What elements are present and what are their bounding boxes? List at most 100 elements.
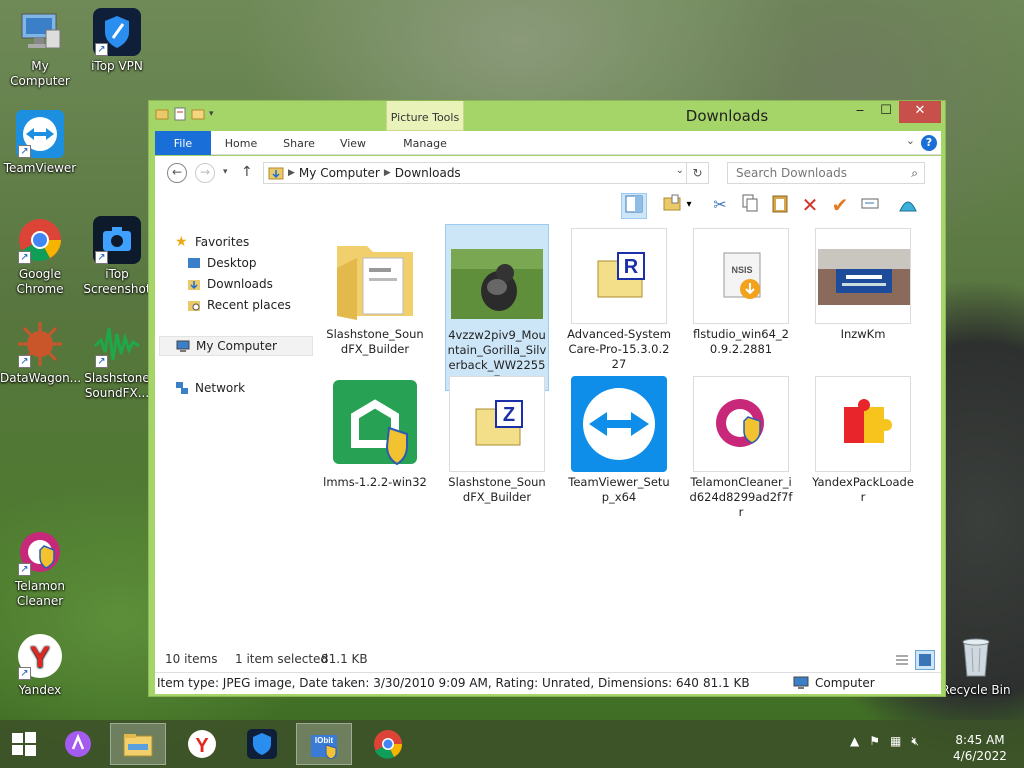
clock-time: 8:45 AM	[955, 733, 1005, 747]
downloads-icon	[187, 277, 201, 291]
taskbar-file-explorer[interactable]	[110, 723, 166, 765]
check-icon[interactable]: ✔	[827, 193, 853, 219]
star-icon: ★	[175, 234, 188, 250]
nav-recent-places[interactable]: Recent places	[187, 295, 291, 315]
item-details: Item type: JPEG image, Date taken: 3/30/…	[157, 676, 701, 690]
paste-icon[interactable]	[767, 193, 793, 219]
file-item[interactable]: TelamonCleaner_id624d8299ad2f7fr	[689, 376, 793, 520]
taskbar-iobit[interactable]: IObit	[296, 723, 352, 765]
file-item[interactable]: Z Slashstone_SoundFX_Builder	[445, 376, 549, 505]
taskbar-itop-vpn[interactable]	[236, 723, 288, 765]
tab-home[interactable]: Home	[217, 131, 265, 155]
file-item[interactable]: Slashstone_SoundFX_Builder	[323, 228, 427, 357]
archive-z-icon: Z	[449, 376, 545, 472]
close-button[interactable]: ✕	[899, 101, 941, 123]
file-item[interactable]: lmms-1.2.2-win32	[323, 376, 427, 490]
rename-icon[interactable]	[857, 193, 883, 219]
windows-logo-icon	[12, 732, 36, 756]
desktop-icon-datawagon[interactable]: ↗ DataWagon...	[0, 320, 81, 386]
desktop-icon-telamon-cleaner[interactable]: ↗ Telamon Cleaner	[0, 528, 80, 609]
shell-icon[interactable]	[895, 193, 921, 219]
cut-icon[interactable]: ✂	[707, 193, 733, 219]
search-input[interactable]: Search Downloads ⌕	[727, 162, 925, 184]
tab-share[interactable]: Share	[275, 131, 323, 155]
nav-favorites[interactable]: ★ Favorites	[175, 232, 249, 252]
svg-text:NSIS: NSIS	[731, 265, 752, 275]
shield-icon: ↗	[93, 8, 141, 56]
desktop-icon-itop-screenshot[interactable]: ↗ iTop Screenshot	[77, 216, 157, 297]
title-bar[interactable]: ▾ Picture Tools Downloads ‒ ☐ ✕	[149, 101, 945, 131]
breadcrumb-downloads[interactable]: Downloads	[395, 166, 461, 180]
ribbon-expand-icon[interactable]: ⌄	[906, 134, 915, 147]
item-size: 81.1 KB	[703, 676, 750, 690]
network-status-icon[interactable]: ▦	[890, 734, 901, 749]
file-item[interactable]: YandexPackLoader	[811, 376, 915, 505]
up-button[interactable]: ↑	[241, 164, 253, 180]
desktop-icon-slashstone[interactable]: ↗ Slashstone SoundFX...	[77, 320, 157, 401]
navigation-bar: ← → ▾ ↑ ▶ My Computer ▶ Downloads ⌄ ↻ Se…	[155, 156, 941, 190]
lmms-icon	[327, 376, 423, 472]
nav-downloads[interactable]: Downloads	[187, 274, 273, 294]
recent-places-icon	[187, 298, 201, 312]
show-hidden-icons-icon[interactable]: ▲	[850, 734, 859, 749]
breadcrumb-separator-icon: ▶	[383, 168, 391, 178]
desktop-icon-teamviewer[interactable]: ↗ TeamViewer	[0, 110, 80, 176]
large-icons-view-icon[interactable]	[915, 650, 935, 670]
address-dropdown-icon[interactable]: ⌄	[676, 165, 684, 176]
tab-file[interactable]: File	[155, 131, 211, 155]
file-item[interactable]: InzwKm	[811, 228, 915, 342]
taskbar-alice[interactable]	[52, 723, 104, 765]
help-icon[interactable]: ?	[921, 135, 937, 151]
desktop-icon-recycle-bin[interactable]: Recycle Bin	[936, 632, 1016, 698]
taskbar: Y IObit ▲ ⚑ ▦ 🔇︎ 8:45 AM 4/6/2022	[0, 720, 1024, 768]
computer-icon	[176, 339, 190, 353]
delete-icon[interactable]: ✕	[797, 193, 823, 219]
file-item[interactable]: TeamViewer_Setup_x64	[567, 376, 671, 505]
refresh-button[interactable]: ↻	[687, 162, 709, 184]
action-center-flag-icon[interactable]: ⚑	[869, 734, 880, 749]
desktop-icon-my-computer[interactable]: My Computer	[0, 8, 80, 89]
camera-icon: ↗	[93, 216, 141, 264]
breadcrumb-my-computer[interactable]: My Computer	[299, 166, 380, 180]
back-button[interactable]: ←	[167, 163, 187, 183]
start-button[interactable]	[0, 723, 48, 765]
yandex-puzzle-icon	[815, 376, 911, 472]
nsis-installer-icon: NSIS	[693, 228, 789, 324]
shortcut-arrow-icon: ↗	[18, 145, 31, 158]
file-item-selected[interactable]: 4vzzw2piv9_Mountain_Gorilla_Silverback_W…	[445, 224, 549, 391]
desktop-icon-itop-vpn[interactable]: ↗ iTop VPN	[77, 8, 157, 74]
nav-my-computer[interactable]: My Computer	[159, 336, 313, 356]
maximize-button[interactable]: ☐	[873, 101, 899, 123]
file-item[interactable]: NSIS flstudio_win64_20.9.2.2881	[689, 228, 793, 357]
item-location: Computer	[793, 676, 875, 690]
address-bar[interactable]: ▶ My Computer ▶ Downloads ⌄	[263, 162, 687, 184]
file-item[interactable]: R Advanced-SystemCare-Pro-15.3.0.227	[567, 228, 671, 372]
recent-locations-icon[interactable]: ▾	[223, 167, 228, 177]
taskbar-clock[interactable]: 8:45 AM 4/6/2022	[950, 732, 1010, 764]
details-bar: Item type: JPEG image, Date taken: 3/30/…	[155, 672, 941, 694]
content-area: ★ Favorites Desktop Downloads Recent plac…	[155, 222, 941, 648]
shortcut-arrow-icon: ↗	[18, 251, 31, 264]
tab-manage[interactable]: Manage	[389, 131, 461, 155]
nav-network[interactable]: Network	[175, 378, 245, 398]
copy-icon[interactable]	[737, 193, 763, 219]
forward-button[interactable]: →	[195, 163, 215, 183]
clock-date: 4/6/2022	[953, 749, 1007, 763]
taskbar-chrome[interactable]	[362, 723, 414, 765]
minimize-button[interactable]: ‒	[847, 101, 873, 123]
svg-text:IObit: IObit	[315, 736, 334, 745]
folder-options-icon[interactable]	[659, 193, 685, 219]
tab-view[interactable]: View	[331, 131, 375, 155]
taskbar-yandex-browser[interactable]: Y	[176, 723, 228, 765]
nav-desktop[interactable]: Desktop	[187, 253, 257, 273]
details-view-icon[interactable]	[893, 651, 911, 669]
options-dropdown-icon[interactable]: ▾	[683, 193, 695, 219]
preview-pane-icon[interactable]	[621, 193, 647, 219]
shortcut-arrow-icon: ↗	[95, 355, 108, 368]
archive-r-icon: R	[571, 228, 667, 324]
volume-muted-icon[interactable]: 🔇︎	[911, 734, 919, 749]
recycle-bin-icon	[952, 632, 1000, 680]
desktop-icon-google-chrome[interactable]: ↗ Google Chrome	[0, 216, 80, 297]
desktop-icon-yandex[interactable]: Y ↗ Yandex	[0, 632, 80, 698]
photo-thumbnail	[815, 228, 911, 324]
